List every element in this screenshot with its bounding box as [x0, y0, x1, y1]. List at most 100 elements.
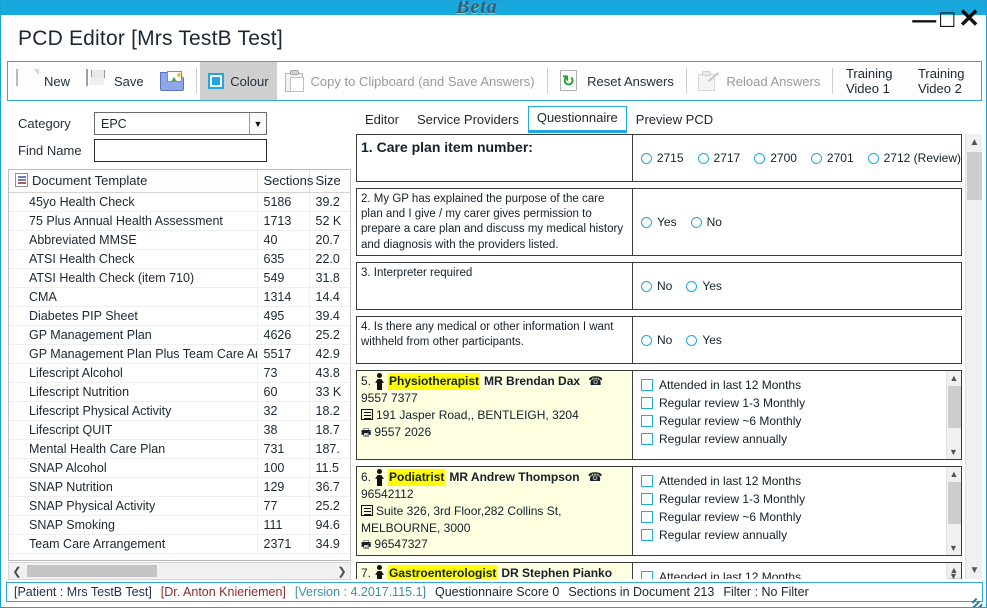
table-row[interactable]: Team Care Arrangement237134.9: [9, 534, 351, 553]
scroll-down-icon[interactable]: ▼: [966, 562, 982, 579]
checkbox-icon[interactable]: [641, 379, 653, 391]
radio-icon[interactable]: [686, 335, 697, 346]
scroll-down-icon[interactable]: ▼: [947, 541, 960, 555]
checkbox-icon[interactable]: [641, 475, 653, 487]
checkbox-icon[interactable]: [641, 571, 653, 579]
scroll-up-icon[interactable]: ▲: [947, 467, 961, 481]
radio-icon[interactable]: [641, 335, 652, 346]
checkbox-icon[interactable]: [641, 415, 653, 427]
scroll-thumb[interactable]: [948, 386, 961, 428]
table-row[interactable]: ATSI Health Check63522.0: [9, 249, 351, 268]
checkbox-icon[interactable]: [641, 493, 653, 505]
table-row[interactable]: Lifescript QUIT3818.7: [9, 420, 351, 439]
checkbox-option[interactable]: Attended in last 12 Months: [641, 378, 961, 392]
radio-icon[interactable]: [698, 153, 709, 164]
tab-preview-pcd[interactable]: Preview PCD: [627, 108, 722, 133]
checkbox-option[interactable]: Regular review annually: [641, 432, 961, 446]
document-template-grid[interactable]: Document Template Sections Size 45yo Hea…: [8, 169, 351, 561]
table-row[interactable]: Lifescript Alcohol7343.8: [9, 363, 351, 382]
table-row[interactable]: SNAP Alcohol10011.5: [9, 458, 351, 477]
scroll-track[interactable]: [25, 563, 334, 579]
radio-option[interactable]: 2715: [641, 151, 684, 165]
checkbox-icon[interactable]: [641, 511, 653, 523]
provider-answers-scrollbar[interactable]: ▲▼: [946, 467, 961, 555]
checkbox-option[interactable]: Regular review ~6 Monthly: [641, 510, 961, 524]
training-video-2-link[interactable]: Training Video 2: [909, 66, 981, 96]
radio-option[interactable]: Yes: [641, 215, 677, 229]
minimize-icon[interactable]: —: [912, 9, 936, 33]
reset-answers-button[interactable]: ↻ Reset Answers: [551, 62, 682, 100]
checkbox-option[interactable]: Regular review 1-3 Monthly: [641, 396, 961, 410]
table-row[interactable]: Mental Health Care Plan731187.: [9, 439, 351, 458]
new-button[interactable]: New: [8, 62, 78, 100]
radio-option[interactable]: 2712 (Review): [868, 151, 961, 165]
radio-option[interactable]: No: [641, 279, 672, 293]
table-row[interactable]: GP Management Plan462625.2: [9, 325, 351, 344]
reload-answers-button[interactable]: Reload Answers: [690, 62, 828, 100]
checkbox-icon[interactable]: [641, 529, 653, 541]
column-header-size[interactable]: Size: [309, 170, 351, 192]
checkbox-option[interactable]: Attended in last 12 Months: [641, 570, 961, 579]
tab-questionnaire[interactable]: Questionnaire: [528, 106, 627, 133]
resize-grip[interactable]: [969, 591, 983, 605]
table-row[interactable]: GP Management Plan Plus Team Care Ar...5…: [9, 344, 351, 363]
radio-option[interactable]: 2701: [811, 151, 854, 165]
table-row[interactable]: 75 Plus Annual Health Assessment171352 K: [9, 211, 351, 230]
scroll-right-icon[interactable]: ❯: [334, 565, 350, 578]
tab-service-providers[interactable]: Service Providers: [408, 108, 528, 133]
copy-to-clipboard-button[interactable]: Copy to Clipboard (and Save Answers): [277, 62, 543, 100]
checkbox-option[interactable]: Regular review ~6 Monthly: [641, 414, 961, 428]
checkbox-icon[interactable]: [641, 397, 653, 409]
table-row[interactable]: ATSI Health Check (item 710)54931.8: [9, 268, 351, 287]
radio-option[interactable]: No: [641, 333, 672, 347]
open-button[interactable]: [152, 62, 192, 100]
scroll-up-icon[interactable]: ▲: [966, 134, 982, 151]
checkbox-option[interactable]: Attended in last 12 Months: [641, 474, 961, 488]
scroll-down-icon[interactable]: ▼: [947, 569, 960, 579]
column-header-document-template[interactable]: Document Template: [9, 170, 257, 192]
grid-horizontal-scrollbar[interactable]: ❮ ❯: [8, 562, 351, 580]
radio-icon[interactable]: [811, 153, 822, 164]
radio-option[interactable]: Yes: [686, 333, 722, 347]
category-select[interactable]: EPC ▼: [94, 112, 267, 135]
checkbox-icon[interactable]: [641, 433, 653, 445]
close-icon[interactable]: ✕: [958, 5, 980, 31]
table-row[interactable]: Lifescript Physical Activity3218.2: [9, 401, 351, 420]
radio-option[interactable]: Yes: [686, 279, 722, 293]
radio-icon[interactable]: [754, 153, 765, 164]
colour-toggle-button[interactable]: Colour: [200, 62, 276, 100]
questionnaire-scrollbar[interactable]: ▲ ▼: [965, 134, 982, 579]
provider-answers-scrollbar[interactable]: ▲▼: [946, 371, 961, 459]
radio-icon[interactable]: [641, 153, 652, 164]
table-row[interactable]: CMA131414.4: [9, 287, 351, 306]
radio-icon[interactable]: [691, 217, 702, 228]
chevron-down-icon[interactable]: ▼: [249, 113, 266, 134]
scroll-up-icon[interactable]: ▲: [947, 371, 961, 385]
table-row[interactable]: Diabetes PIP Sheet49539.4: [9, 306, 351, 325]
scroll-thumb[interactable]: [27, 565, 157, 577]
checkbox-option[interactable]: Regular review annually: [641, 528, 961, 542]
scroll-left-icon[interactable]: ❮: [9, 565, 25, 578]
training-video-1-link[interactable]: Training Video 1: [837, 66, 909, 96]
table-row[interactable]: SNAP Nutrition12936.7: [9, 477, 351, 496]
radio-icon[interactable]: [641, 281, 652, 292]
radio-option[interactable]: 2700: [754, 151, 797, 165]
table-row[interactable]: Abbreviated MMSE4020.7: [9, 230, 351, 249]
table-row[interactable]: SNAP Physical Activity7725.2: [9, 496, 351, 515]
checkbox-option[interactable]: Regular review 1-3 Monthly: [641, 492, 961, 506]
radio-icon[interactable]: [686, 281, 697, 292]
scroll-thumb[interactable]: [948, 482, 961, 524]
scroll-down-icon[interactable]: ▼: [947, 445, 960, 459]
column-header-sections[interactable]: Sections: [257, 170, 309, 192]
radio-icon[interactable]: [641, 217, 652, 228]
provider-answers-scrollbar[interactable]: ▲▼: [946, 563, 961, 579]
radio-icon[interactable]: [868, 153, 879, 164]
radio-option[interactable]: 2717: [698, 151, 741, 165]
scroll-thumb[interactable]: [967, 152, 982, 200]
table-row[interactable]: Lifescript Nutrition6033 K: [9, 382, 351, 401]
maximize-icon[interactable]: ☐: [938, 11, 956, 31]
table-row[interactable]: SNAP Smoking11194.6: [9, 515, 351, 534]
save-button[interactable]: Save: [78, 62, 152, 100]
radio-option[interactable]: No: [691, 215, 722, 229]
table-row[interactable]: 45yo Health Check518639.2: [9, 192, 351, 211]
